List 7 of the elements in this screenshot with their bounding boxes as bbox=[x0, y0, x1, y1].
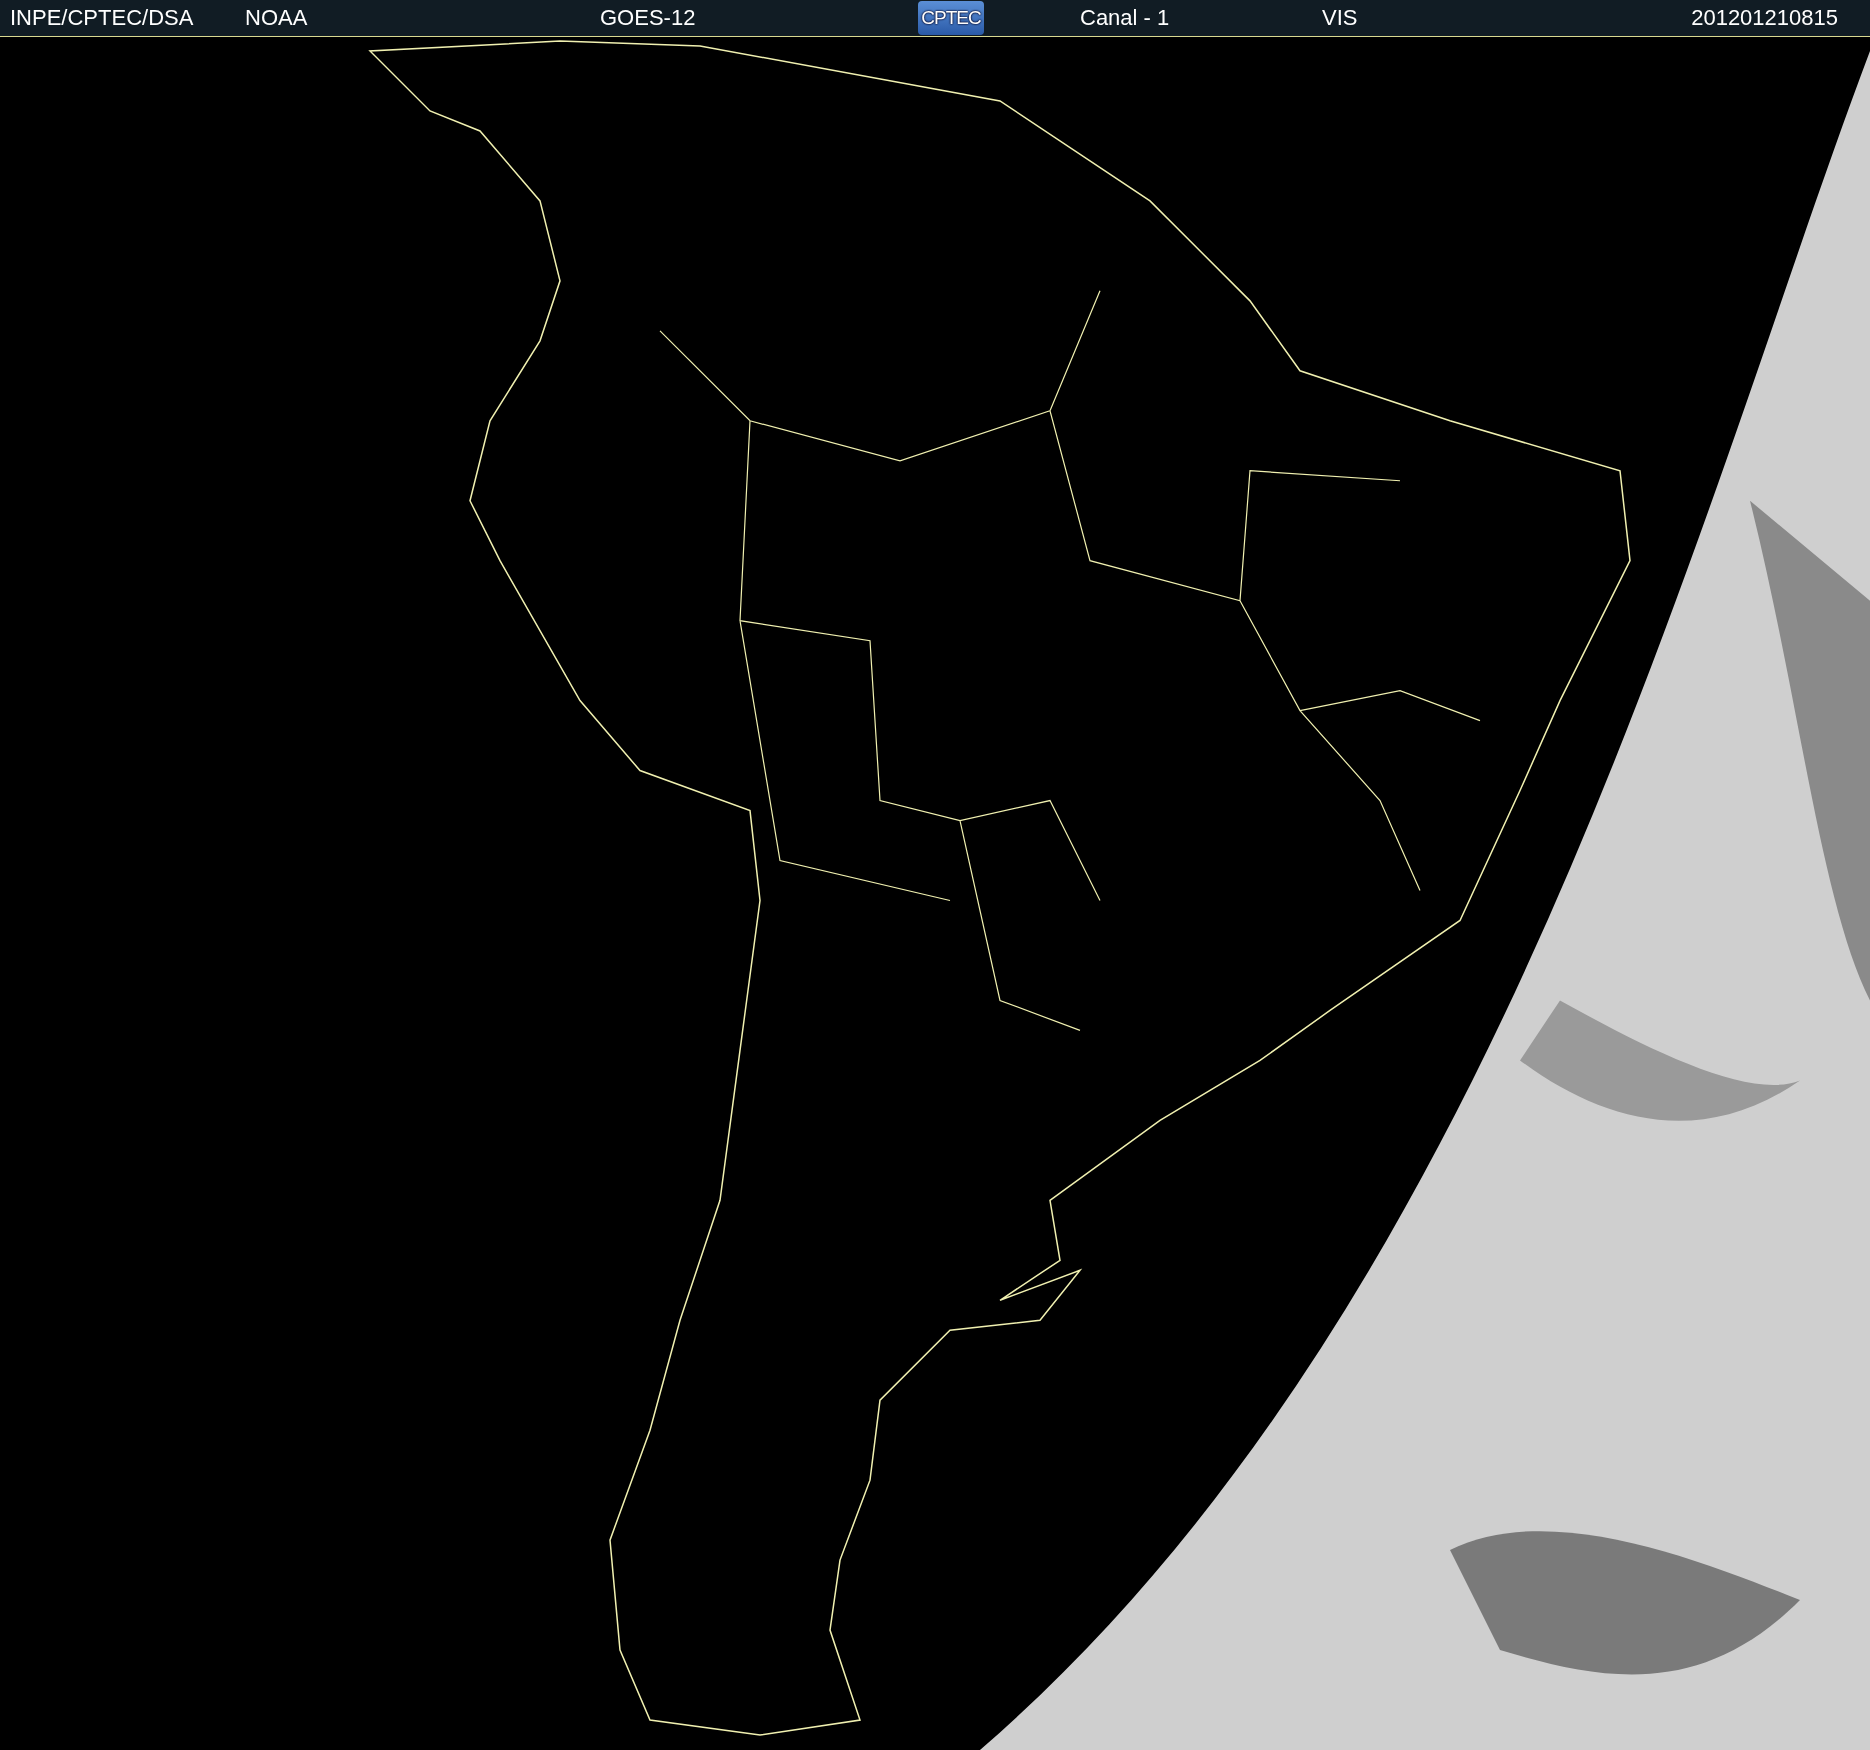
header-label: Canal - 1 bbox=[1080, 5, 1170, 31]
header-label: INPE/CPTEC/DSA bbox=[10, 5, 194, 31]
header-label: VIS bbox=[1322, 5, 1358, 31]
logo: CPTEC bbox=[918, 1, 984, 35]
header-label: NOAA bbox=[245, 5, 308, 31]
header-label: 201201210815 bbox=[1691, 5, 1838, 31]
header-label: GOES-12 bbox=[600, 5, 696, 31]
